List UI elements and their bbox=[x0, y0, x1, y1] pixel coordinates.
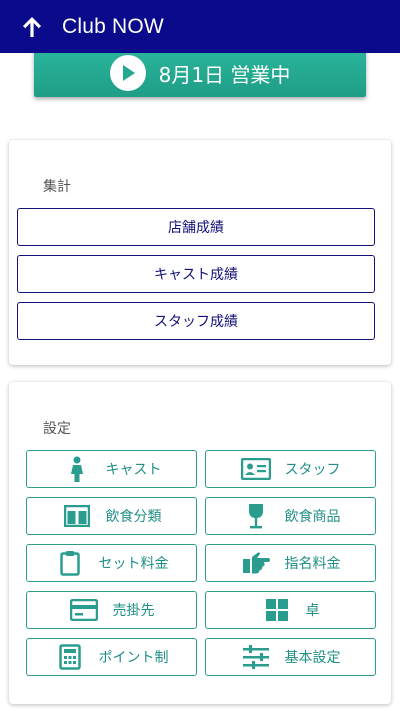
settings-card: 設定 キャスト スタッフ 飲食分類 飲食商品 セット料金 指名料金 売掛先 卓 … bbox=[9, 382, 391, 704]
cast-settings-label: キャスト bbox=[105, 462, 162, 478]
cast-results-button[interactable]: キャスト成績 bbox=[17, 255, 375, 293]
store-results-button[interactable]: 店舗成績 bbox=[17, 208, 375, 246]
food-items-button[interactable]: 飲食商品 bbox=[205, 497, 376, 535]
back-button[interactable] bbox=[0, 0, 62, 53]
food-category-label: 飲食分類 bbox=[105, 509, 162, 525]
credit-card-icon bbox=[69, 595, 99, 625]
cast-settings-button[interactable]: キャスト bbox=[26, 450, 197, 488]
table-settings-button[interactable]: 卓 bbox=[205, 591, 376, 629]
business-status-label: 8月1日 営業中 bbox=[158, 62, 291, 87]
nomination-price-button[interactable]: 指名料金 bbox=[205, 544, 376, 582]
credit-account-button[interactable]: 売掛先 bbox=[26, 591, 197, 629]
app-title: Club NOW bbox=[62, 14, 164, 38]
set-price-button[interactable]: セット料金 bbox=[26, 544, 197, 582]
business-status-button[interactable]: 8月1日 営業中 bbox=[34, 49, 366, 97]
basic-settings-label: 基本設定 bbox=[284, 650, 341, 666]
summary-title: 集計 bbox=[43, 179, 71, 195]
person-icon bbox=[62, 454, 92, 484]
app-bar: Club NOW bbox=[0, 0, 400, 53]
set-price-label: セット料金 bbox=[98, 556, 169, 572]
table-settings-label: 卓 bbox=[305, 603, 320, 619]
grid-icon bbox=[262, 595, 292, 625]
clipboard-icon bbox=[55, 548, 85, 578]
play-icon bbox=[109, 55, 146, 91]
food-category-button[interactable]: 飲食分類 bbox=[26, 497, 197, 535]
id-card-icon bbox=[240, 454, 271, 484]
nomination-price-label: 指名料金 bbox=[284, 556, 341, 572]
credit-account-label: 売掛先 bbox=[112, 603, 155, 619]
food-items-label: 飲食商品 bbox=[284, 509, 341, 525]
point-system-label: ポイント制 bbox=[98, 650, 169, 666]
staff-settings-button[interactable]: スタッフ bbox=[205, 450, 376, 488]
basic-settings-button[interactable]: 基本設定 bbox=[205, 638, 376, 676]
sliders-icon bbox=[241, 642, 271, 672]
point-system-button[interactable]: ポイント制 bbox=[26, 638, 197, 676]
pointing-hand-icon bbox=[241, 548, 271, 578]
book-icon bbox=[62, 501, 92, 531]
staff-results-button[interactable]: スタッフ成績 bbox=[17, 302, 375, 340]
settings-title: 設定 bbox=[43, 421, 71, 437]
arrow-up-icon bbox=[23, 16, 41, 37]
summary-card: 集計 店舗成績 キャスト成績 スタッフ成績 bbox=[9, 140, 391, 365]
staff-settings-label: スタッフ bbox=[284, 462, 341, 478]
calculator-icon bbox=[55, 642, 85, 672]
wine-glass-icon bbox=[241, 501, 271, 531]
